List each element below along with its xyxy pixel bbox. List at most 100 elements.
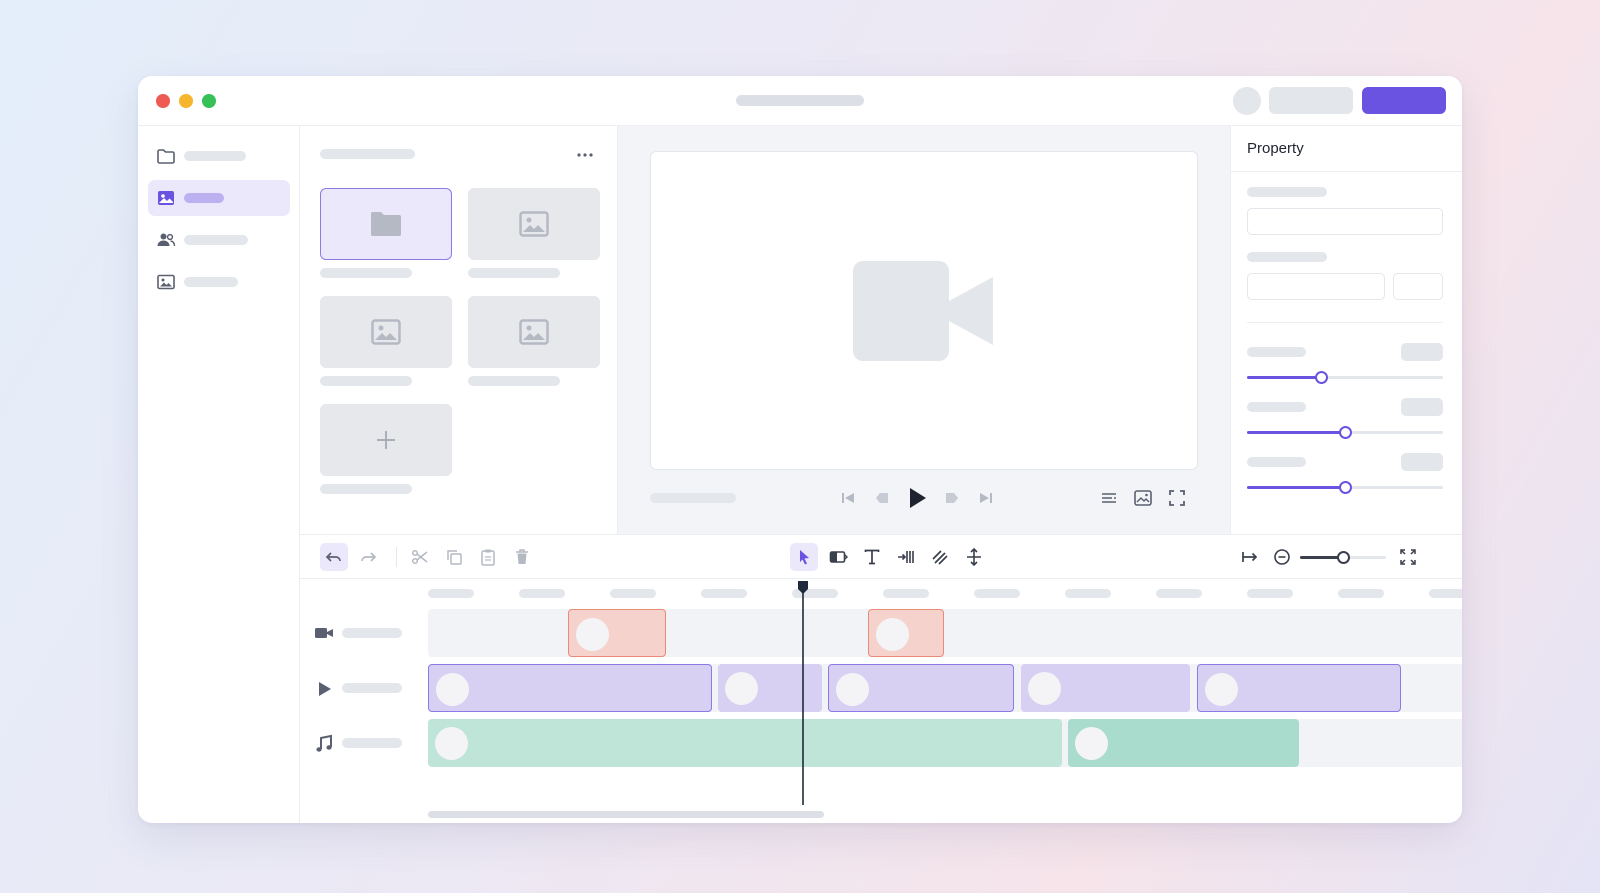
media-library-title-placeholder [320,149,415,159]
media-clip[interactable] [828,664,1014,712]
audio-clip[interactable] [1068,719,1299,767]
media-item-label [320,268,412,278]
paste-button[interactable] [474,543,502,571]
media-clip[interactable] [1021,664,1190,712]
secondary-button[interactable] [1269,87,1353,114]
media-library [300,126,618,534]
timecode-placeholder [650,493,736,503]
slice-tool[interactable] [926,543,954,571]
video-clip[interactable] [868,609,944,657]
image-icon [156,188,176,208]
ruler-tick [428,589,474,598]
sidebar-item-images[interactable] [148,180,290,216]
zoom-slider[interactable] [1300,551,1386,564]
clip-thumbnail [576,618,609,651]
folder-icon [371,212,401,236]
timeline-ruler[interactable] [300,579,1462,609]
playhead[interactable] [797,581,809,805]
property-slider[interactable] [1247,481,1443,494]
property-slider[interactable] [1247,371,1443,384]
property-input[interactable] [1247,208,1443,235]
clip-thumbnail [1028,672,1061,705]
slider-label [1247,402,1306,412]
subtitles-icon[interactable] [1097,486,1121,510]
select-tool[interactable] [790,543,818,571]
property-panel: Property [1230,126,1462,534]
slider-value [1401,398,1443,416]
sidebar-item-label [184,151,246,161]
media-clip[interactable] [428,664,712,712]
skip-back-icon[interactable] [836,486,860,510]
clip-thumbnail [836,673,869,706]
slider-label [1247,347,1306,357]
audio-clip[interactable] [428,719,1062,767]
ruler-tick [883,589,929,598]
minimize-button[interactable] [179,94,193,108]
delete-button[interactable] [508,543,536,571]
video-camera-icon [853,260,993,361]
cut-button[interactable] [406,543,434,571]
redo-icon [361,552,377,562]
fit-screen-button[interactable] [1394,543,1422,571]
media-item-label [320,376,412,386]
fit-screen-icon [1400,549,1416,565]
slider-value [1401,453,1443,471]
undo-button[interactable] [320,543,348,571]
primary-button[interactable] [1362,87,1446,114]
maximize-button[interactable] [202,94,216,108]
slider-handle[interactable] [1339,426,1352,439]
step-forward-icon[interactable] [940,486,964,510]
media-item-image[interactable] [320,296,452,368]
preview-canvas[interactable] [650,151,1198,470]
window-title-placeholder [736,95,864,106]
skip-forward-icon[interactable] [974,486,998,510]
picture-icon[interactable] [1131,486,1155,510]
paste-icon [481,549,495,566]
slider-handle[interactable] [1339,481,1352,494]
slider-value [1401,343,1443,361]
media-item-folder[interactable] [320,188,452,260]
timeline-scrollbar[interactable] [428,811,824,818]
zoom-slider-handle[interactable] [1337,551,1350,564]
trim-tool[interactable] [824,543,852,571]
text-tool[interactable] [858,543,886,571]
copy-button[interactable] [440,543,468,571]
property-input[interactable] [1247,273,1385,300]
step-back-icon[interactable] [870,486,894,510]
slider-handle[interactable] [1315,371,1329,384]
play-icon[interactable] [904,485,930,511]
fullscreen-icon[interactable] [1165,486,1189,510]
media-clip[interactable] [1197,664,1401,712]
ruler-tick [1156,589,1202,598]
ruler-tick [610,589,656,598]
users-icon [156,230,176,250]
sidebar-item-folders[interactable] [148,138,290,174]
sidebar-item-label [184,277,238,287]
media-item-image[interactable] [468,188,600,260]
sidebar-item-users[interactable] [148,222,290,258]
fit-timeline-button[interactable] [1236,543,1264,571]
ruler-tick [1247,589,1293,598]
close-button[interactable] [156,94,170,108]
split-tool[interactable] [892,543,920,571]
property-slider[interactable] [1247,426,1443,439]
add-media-button[interactable] [320,404,452,476]
zoom-out-button[interactable] [1268,543,1296,571]
sidebar-item-label [184,235,248,245]
split-icon [898,551,914,563]
ruler-tick [701,589,747,598]
avatar[interactable] [1233,87,1261,115]
more-icon[interactable] [576,146,594,164]
property-input-small[interactable] [1393,273,1443,300]
music-icon [312,732,336,756]
move-tool[interactable] [960,543,988,571]
play-icon [312,677,336,701]
media-item-image[interactable] [468,296,600,368]
property-label [1247,187,1327,197]
video-clip[interactable] [568,609,666,657]
redo-button[interactable] [354,543,382,571]
cut-icon [411,549,428,565]
sidebar-item-gallery[interactable] [148,264,290,300]
divider [1247,322,1443,323]
track-label [342,628,402,638]
